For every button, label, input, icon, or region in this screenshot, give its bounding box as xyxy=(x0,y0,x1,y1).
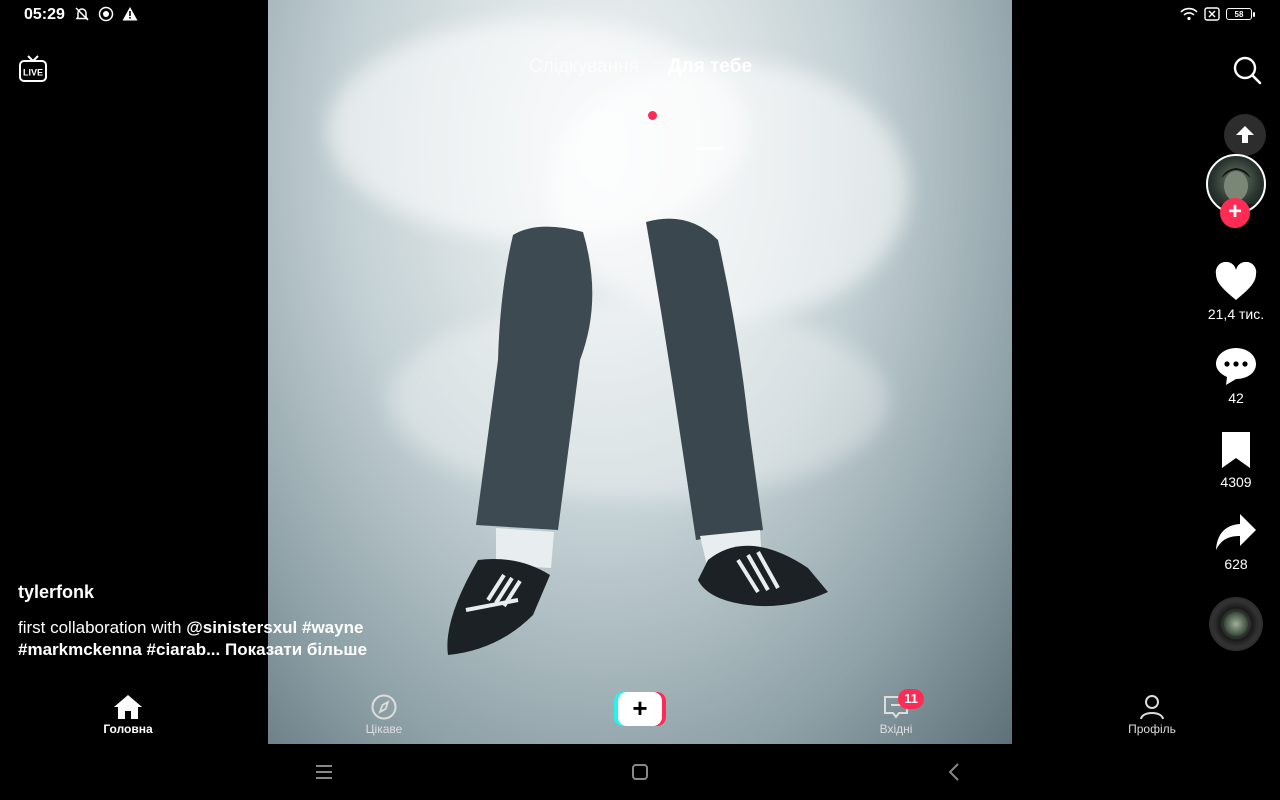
music-disc[interactable] xyxy=(1209,597,1263,651)
nav-discover-label: Цікаве xyxy=(365,722,403,736)
arrow-up-icon xyxy=(1236,126,1254,143)
live-button[interactable]: LIVE xyxy=(18,55,48,85)
mention-link[interactable]: @sinistersxul xyxy=(186,618,297,637)
description-text: first collaboration with xyxy=(18,618,187,637)
like-button[interactable]: 21,4 тис. xyxy=(1196,262,1276,322)
author-name[interactable]: tylerfonk xyxy=(18,582,418,603)
comment-icon xyxy=(1216,348,1256,385)
record-icon xyxy=(98,6,114,22)
nav-profile[interactable]: Профіль xyxy=(1124,694,1180,736)
status-time: 05:29 xyxy=(24,6,65,23)
heart-icon xyxy=(1215,262,1257,300)
video-description: first collaboration with @sinistersxul #… xyxy=(18,617,418,661)
plus-icon: + xyxy=(618,692,662,726)
warning-icon xyxy=(122,7,138,21)
status-icons-left xyxy=(74,6,138,22)
search-button[interactable] xyxy=(1231,54,1263,86)
following-new-dot xyxy=(648,111,657,120)
comment-count: 42 xyxy=(1228,390,1244,406)
live-label: LIVE xyxy=(23,68,43,78)
compass-icon xyxy=(371,694,397,720)
comment-button[interactable]: 42 xyxy=(1196,346,1276,406)
music-cover xyxy=(1224,612,1248,636)
home-square-icon[interactable] xyxy=(628,760,652,784)
inbox-badge: 11 xyxy=(898,689,924,709)
battery-level: 58 xyxy=(1234,9,1244,19)
follow-button[interactable]: + xyxy=(1220,198,1250,228)
favorite-button[interactable]: 4309 xyxy=(1196,430,1276,490)
show-more-link[interactable]: Показати більше xyxy=(220,640,367,659)
favorite-count: 4309 xyxy=(1220,474,1252,490)
hashtag-link[interactable]: #ciarab... xyxy=(142,640,221,659)
back-icon[interactable] xyxy=(943,760,967,784)
hashtag-link[interactable]: #wayne xyxy=(297,618,363,637)
share-count: 628 xyxy=(1224,556,1248,572)
tab-following[interactable]: Слідкування xyxy=(529,56,639,78)
share-button[interactable]: 628 xyxy=(1196,512,1276,572)
bottom-navigation: Головна Цікаве + Вхідні Профіль xyxy=(0,684,1280,744)
menu-icon[interactable] xyxy=(312,760,336,784)
sim-off-icon xyxy=(1204,7,1220,21)
muted-bell-icon xyxy=(75,7,89,21)
active-tab-indicator xyxy=(696,147,723,150)
home-icon xyxy=(114,695,142,719)
bookmark-icon xyxy=(1222,432,1250,468)
system-navigation xyxy=(0,744,1280,800)
nav-discover[interactable]: Цікаве xyxy=(356,694,412,736)
like-count: 21,4 тис. xyxy=(1207,306,1265,322)
tab-for-you[interactable]: Для тебе xyxy=(668,56,752,78)
battery-icon: 58 xyxy=(1226,8,1255,20)
nav-profile-label: Профіль xyxy=(1128,722,1176,736)
nav-inbox-label: Вхідні xyxy=(879,722,913,736)
hashtag-link[interactable]: #markmckenna xyxy=(18,640,142,659)
status-icons-right: 58 xyxy=(1180,7,1255,21)
nav-home-label: Головна xyxy=(103,722,153,736)
profile-icon xyxy=(1140,695,1164,720)
search-icon xyxy=(1233,56,1262,85)
wifi-icon xyxy=(1180,7,1198,21)
nav-home[interactable]: Головна xyxy=(100,694,156,736)
live-icon: LIVE xyxy=(19,55,47,82)
scroll-up-button[interactable] xyxy=(1224,114,1266,156)
share-icon xyxy=(1216,514,1256,550)
create-button[interactable]: + xyxy=(614,692,666,726)
video-caption: tylerfonk first collaboration with @sini… xyxy=(18,582,418,661)
